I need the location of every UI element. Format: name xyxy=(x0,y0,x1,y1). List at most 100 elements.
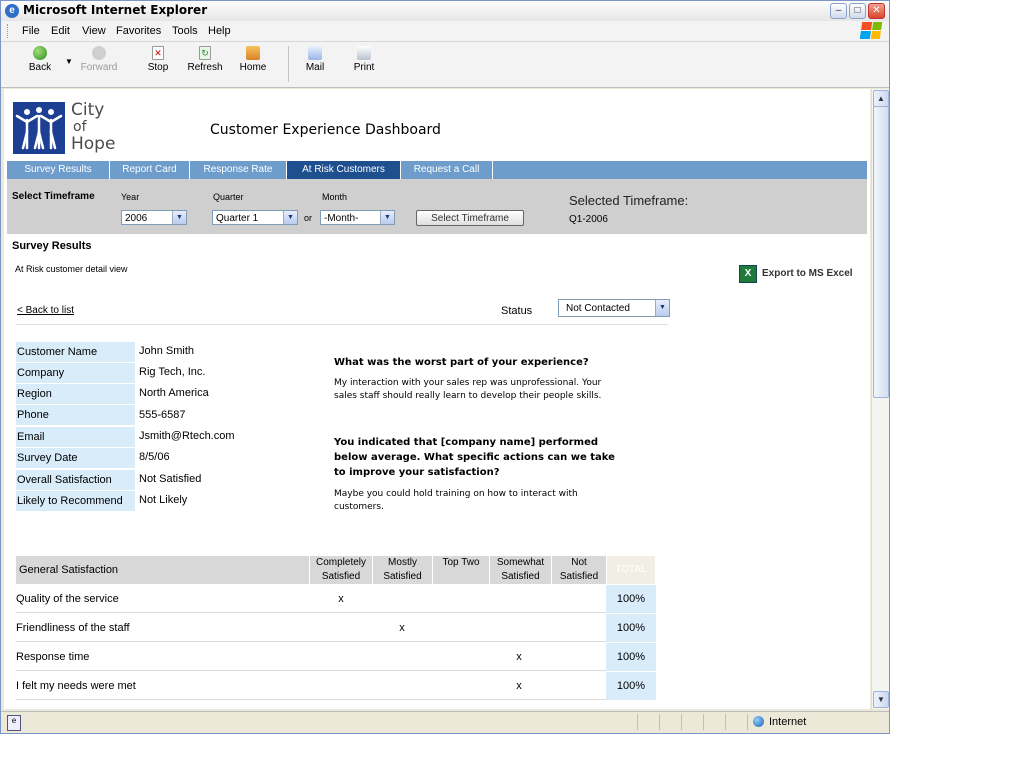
row-total: 100% xyxy=(606,585,656,613)
refresh-button[interactable]: ↻ Refresh xyxy=(186,46,224,73)
status-divider xyxy=(681,714,682,730)
menu-grip xyxy=(7,24,11,38)
nav-tabs: Survey Results Report Card Response Rate… xyxy=(7,161,867,179)
info-value-overall-satisfaction: Not Satisfied xyxy=(139,473,202,485)
chevron-down-icon[interactable]: ▼ xyxy=(380,211,394,224)
menu-help[interactable]: Help xyxy=(208,25,231,37)
menu-file[interactable]: File xyxy=(22,25,40,37)
year-select-value: 2006 xyxy=(125,213,148,224)
window-title: Microsoft Internet Explorer xyxy=(23,3,208,17)
info-key-overall-satisfaction: Overall Satisfaction xyxy=(16,470,135,490)
row-mark: x xyxy=(516,680,522,692)
toolbar-separator xyxy=(288,46,289,82)
back-dropdown-icon[interactable]: ▼ xyxy=(65,57,73,66)
chevron-down-icon[interactable]: ▼ xyxy=(655,300,669,316)
chevron-down-icon[interactable]: ▼ xyxy=(172,211,186,224)
info-key-company: Company xyxy=(16,363,135,383)
tab-at-risk-customers[interactable]: At Risk Customers xyxy=(287,161,401,179)
info-value-likely-to-recommend: Not Likely xyxy=(139,494,188,506)
chevron-down-icon[interactable]: ▼ xyxy=(283,211,297,224)
home-label: Home xyxy=(239,62,267,73)
status-divider xyxy=(747,714,748,730)
row-mark: x xyxy=(338,593,344,605)
ie-logo-icon: e xyxy=(5,4,19,18)
page-title: Customer Experience Dashboard xyxy=(210,122,441,138)
forward-button[interactable]: Forward xyxy=(79,46,119,73)
print-button[interactable]: Print xyxy=(351,46,377,73)
tab-survey-results[interactable]: Survey Results xyxy=(7,161,110,179)
answer-worst-part: My interaction with your sales rep was u… xyxy=(334,378,602,401)
menu-tools[interactable]: Tools xyxy=(172,25,198,37)
back-label: Back xyxy=(28,62,52,73)
table-row: Response time x 100% xyxy=(16,643,656,671)
city-of-hope-logo xyxy=(13,102,65,154)
month-select[interactable]: -Month- ▼ xyxy=(320,210,395,225)
info-key-customer-name: Customer Name xyxy=(16,342,135,362)
home-button[interactable]: Home xyxy=(239,46,267,73)
info-value-phone: 555-6587 xyxy=(139,409,186,421)
windows-flag-icon xyxy=(859,22,883,39)
menu-edit[interactable]: Edit xyxy=(51,25,70,37)
excel-icon: X xyxy=(739,265,757,283)
month-select-value: -Month- xyxy=(324,213,359,224)
col-general-satisfaction: General Satisfaction xyxy=(19,564,119,576)
tab-request-a-call[interactable]: Request a Call xyxy=(401,161,493,179)
print-label: Print xyxy=(353,62,375,73)
vertical-scrollbar[interactable]: ▲ ▼ xyxy=(871,89,889,709)
stop-button[interactable]: ✕ Stop xyxy=(145,46,171,73)
quarter-label: Quarter xyxy=(213,192,244,202)
export-excel-button[interactable]: X Export to MS Excel xyxy=(739,265,869,283)
minimize-icon[interactable]: – xyxy=(830,3,847,19)
stop-label: Stop xyxy=(147,62,169,73)
table-row: Quality of the service x 100% xyxy=(16,585,656,613)
menu-favorites[interactable]: Favorites xyxy=(116,25,161,37)
mail-label: Mail xyxy=(305,62,325,73)
tab-response-rate[interactable]: Response Rate xyxy=(190,161,287,179)
back-to-list-link[interactable]: < Back to list xyxy=(17,305,74,316)
info-value-email: Jsmith@Rtech.com xyxy=(139,430,235,442)
year-select[interactable]: 2006 ▼ xyxy=(121,210,187,225)
month-label: Month xyxy=(322,192,348,202)
scroll-down-icon[interactable]: ▼ xyxy=(873,691,889,708)
col-total: TOTAL xyxy=(606,556,655,584)
home-icon xyxy=(246,46,260,60)
maximize-icon[interactable]: □ xyxy=(849,3,866,19)
info-key-likely-to-recommend: Likely to Recommend xyxy=(16,491,135,511)
tab-report-card[interactable]: Report Card xyxy=(110,161,190,179)
menu-view[interactable]: View xyxy=(82,25,106,37)
table-row: Friendliness of the staff x 100% xyxy=(16,614,656,642)
status-divider xyxy=(659,714,660,730)
status-bar: e Internet xyxy=(1,711,889,733)
row-label: Response time xyxy=(16,651,90,663)
row-total: 100% xyxy=(606,643,656,671)
info-value-region: North America xyxy=(139,387,209,399)
menu-bar: File Edit View Favorites Tools Help xyxy=(1,21,889,42)
row-mark: x xyxy=(516,651,522,663)
survey-results-heading: Survey Results xyxy=(12,240,92,252)
toolbar: Back ▼ Forward ✕ Stop ↻ Refresh Home Mai… xyxy=(1,42,889,88)
mail-button[interactable]: Mail xyxy=(303,46,327,73)
refresh-icon: ↻ xyxy=(199,46,211,60)
scroll-thumb[interactable] xyxy=(873,106,889,398)
status-divider xyxy=(703,714,704,730)
col-somewhat-satisfied: Somewhat Satisfied xyxy=(489,556,551,584)
page-viewport: City of Hope Customer Experience Dashboa… xyxy=(4,89,870,709)
divider xyxy=(16,324,668,325)
quarter-select[interactable]: Quarter 1 ▼ xyxy=(212,210,298,225)
select-timeframe-button[interactable]: Select Timeframe xyxy=(416,210,524,226)
status-select-value: Not Contacted xyxy=(566,303,630,314)
row-label: I felt my needs were met xyxy=(16,680,136,692)
close-icon[interactable]: ✕ xyxy=(868,3,885,19)
browser-window: e Microsoft Internet Explorer – □ ✕ File… xyxy=(0,0,890,734)
title-bar: e Microsoft Internet Explorer – □ ✕ xyxy=(1,1,889,22)
scroll-up-icon[interactable]: ▲ xyxy=(873,90,889,107)
info-value-survey-date: 8/5/06 xyxy=(139,451,170,463)
question-worst-part: What was the worst part of your experien… xyxy=(334,357,589,368)
info-key-phone: Phone xyxy=(16,405,135,425)
info-key-survey-date: Survey Date xyxy=(16,448,135,468)
info-key-email: Email xyxy=(16,427,135,447)
back-button[interactable]: Back xyxy=(26,46,54,73)
row-mark: x xyxy=(399,622,405,634)
status-select[interactable]: Not Contacted ▼ xyxy=(558,299,670,317)
back-arrow-icon xyxy=(33,46,47,60)
